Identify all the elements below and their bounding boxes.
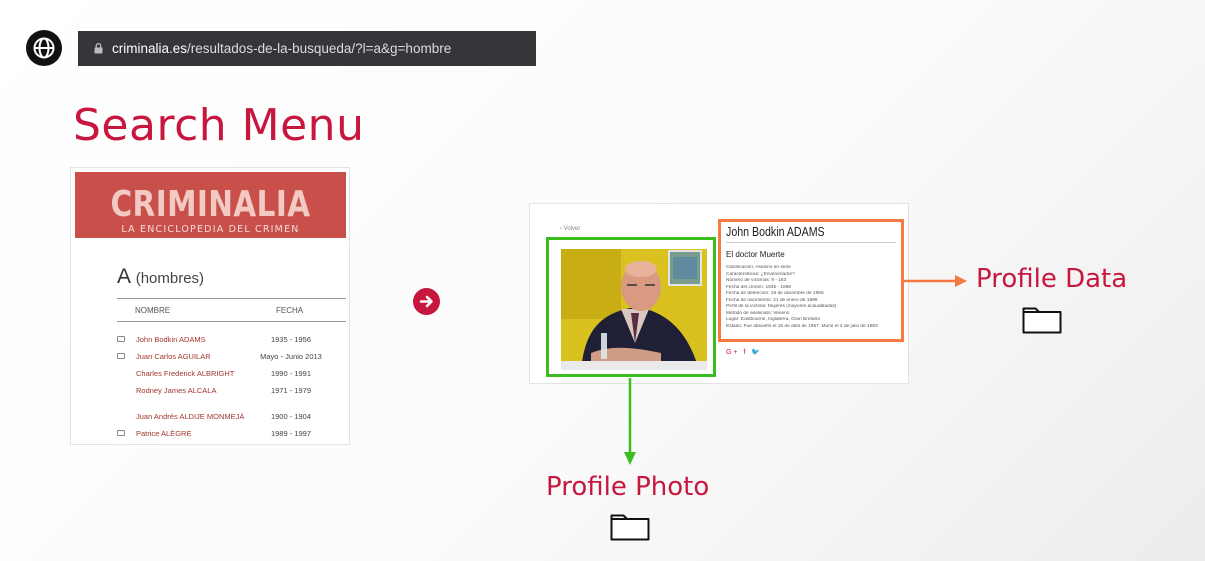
profile-data-label: Profile Data bbox=[976, 264, 1128, 294]
folder-icon bbox=[610, 511, 650, 546]
profile-photo-label: Profile Photo bbox=[546, 472, 710, 502]
arrow-to-profile-data bbox=[904, 275, 967, 287]
folder-icon bbox=[1022, 304, 1062, 339]
arrow-to-profile-photo bbox=[624, 378, 636, 465]
